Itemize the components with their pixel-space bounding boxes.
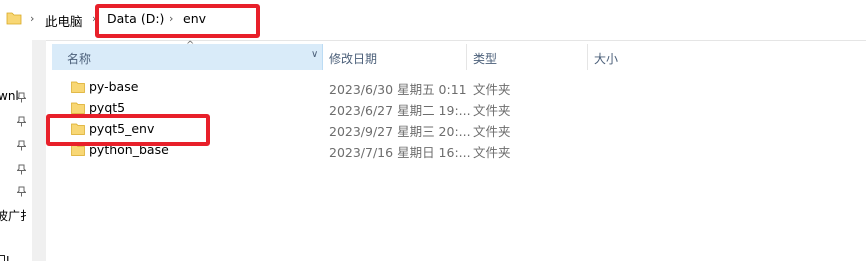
- navigation-pane[interactable]: wnl 波广扌 门J: [0, 40, 32, 261]
- pin-icon: [17, 92, 26, 103]
- pin-icon: [17, 164, 26, 175]
- column-header-name[interactable]: 名称: [52, 44, 323, 70]
- file-name: py-base: [89, 79, 139, 94]
- column-header-size[interactable]: 大小: [588, 44, 708, 70]
- file-date: 2023/9/27 星期三 20:...: [329, 124, 471, 139]
- nav-item[interactable]: 波广扌: [0, 207, 32, 224]
- file-name: pyqt5: [89, 100, 126, 115]
- address-highlight-box: [95, 4, 260, 38]
- pin-icon: [17, 186, 26, 197]
- nav-item[interactable]: 门J: [0, 252, 10, 261]
- file-date: 2023/7/16 星期日 16:...: [329, 145, 471, 160]
- column-header-name-label: 名称: [67, 52, 92, 66]
- list-item[interactable]: py-base 2023/6/30 星期五 0:11 文件夹: [52, 77, 866, 98]
- folder-icon: [71, 102, 85, 114]
- folder-icon: [6, 12, 22, 25]
- file-type: 文件夹: [473, 103, 511, 118]
- chevron-right-icon[interactable]: ›: [30, 12, 34, 25]
- file-date: 2023/6/30 星期五 0:11: [329, 82, 467, 97]
- item-highlight-box: [46, 114, 210, 146]
- column-header-date[interactable]: 修改日期: [323, 44, 465, 70]
- pin-icon: [17, 116, 26, 127]
- file-type: 文件夹: [473, 145, 511, 160]
- chevron-down-icon[interactable]: ∨: [311, 49, 318, 60]
- column-header-type-label: 类型: [473, 52, 498, 66]
- file-type: 文件夹: [473, 82, 511, 97]
- pin-icon: [17, 140, 26, 151]
- file-date: 2023/6/27 星期二 19:...: [329, 103, 471, 118]
- nav-item[interactable]: wnl: [0, 89, 19, 103]
- column-header-type[interactable]: 类型: [467, 44, 587, 70]
- column-header-size-label: 大小: [594, 52, 619, 66]
- column-header-date-label: 修改日期: [329, 52, 378, 66]
- breadcrumb-this-pc[interactable]: 此电脑: [45, 11, 83, 30]
- folder-icon: [71, 81, 85, 93]
- file-type: 文件夹: [473, 124, 511, 139]
- nav-scrollbar[interactable]: [32, 40, 46, 261]
